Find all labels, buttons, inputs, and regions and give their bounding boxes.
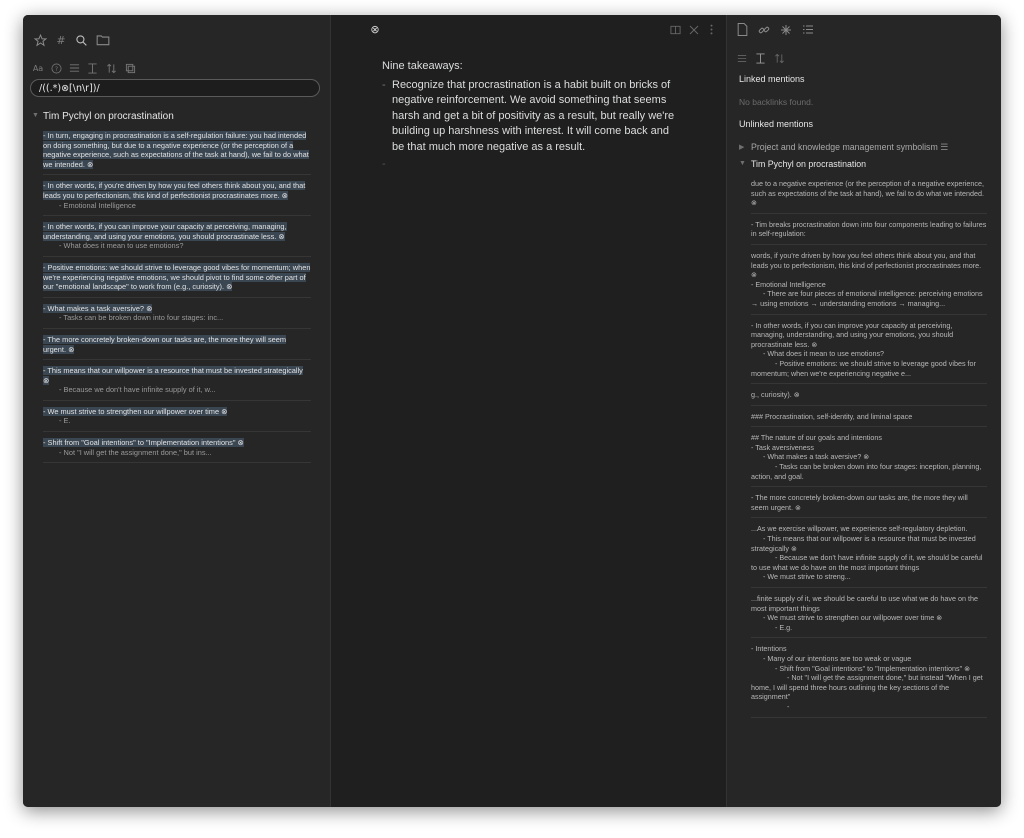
sort-icon[interactable] <box>105 62 117 74</box>
search-result-item[interactable]: - The more concretely broken-down our ta… <box>43 333 311 361</box>
unlinked-mention-block[interactable]: - In other words, if you can improve you… <box>751 318 987 385</box>
list-icon[interactable] <box>68 62 80 74</box>
match-case-icon[interactable]: Aa <box>31 63 45 73</box>
match-highlight: - In other words, if you're driven by ho… <box>43 181 306 200</box>
folder-icon[interactable] <box>95 33 111 47</box>
close-pane-icon[interactable] <box>688 24 700 35</box>
search-result-item[interactable]: - We must strive to strengthen our willp… <box>43 405 311 433</box>
unlinked-mention-block[interactable]: ### Procrastination, self-identity, and … <box>751 409 987 428</box>
unlinked-mention-block[interactable]: ## The nature of our goals and intention… <box>751 430 987 488</box>
unlinked-mentions-list: due to a negative experience (or the per… <box>751 176 987 721</box>
search-results-list: - In turn, engaging in procrastination i… <box>43 129 311 467</box>
result-context: - Because we don't have infinite supply … <box>59 385 216 395</box>
match-highlight: - The more concretely broken-down our ta… <box>43 334 287 354</box>
collapse-caret-icon[interactable]: ▼ <box>739 160 746 167</box>
search-result-file-title[interactable]: Tim Pychyl on procrastination <box>43 111 174 122</box>
search-result-item[interactable]: - Shift from "Goal intentions" to "Imple… <box>43 436 311 464</box>
unlinked-mentions-heading[interactable]: Unlinked mentions <box>739 119 813 129</box>
match-highlight: - This means that our willpower is a res… <box>43 366 303 385</box>
help-icon[interactable]: ? <box>50 62 62 74</box>
list-icon: ☰ <box>940 142 949 152</box>
tag-hash-icon[interactable]: # <box>54 33 68 47</box>
mention-group-pychyl[interactable]: Tim Pychyl on procrastination <box>751 159 866 169</box>
unlinked-mention-block[interactable]: words, if you're driven by how you feel … <box>751 248 987 315</box>
linked-mentions-heading[interactable]: Linked mentions <box>739 74 805 84</box>
match-highlight: - We must strive to strengthen our willp… <box>43 406 228 416</box>
note-list-item: - Recognize that procrastination is a ha… <box>382 78 682 156</box>
reading-view-icon[interactable] <box>669 24 681 35</box>
no-backlinks-text: No backlinks found. <box>739 97 814 107</box>
svg-text:?: ? <box>54 65 57 72</box>
search-result-item[interactable]: - Positive emotions: we should strive to… <box>43 261 311 298</box>
note-content[interactable]: Nine takeaways: - Recognize that procras… <box>382 59 682 173</box>
result-context: - Not "I will get the assignment done," … <box>59 447 212 457</box>
unlinked-mention-block[interactable]: g., curiosity). ⊗ <box>751 387 987 406</box>
search-result-item[interactable]: - In other words, if you can improve you… <box>43 220 311 257</box>
close-tab-icon[interactable]: ⊗ <box>369 23 381 36</box>
collapse-icon[interactable] <box>754 52 766 64</box>
search-result-item[interactable]: - In turn, engaging in procrastination i… <box>43 129 311 176</box>
search-result-item[interactable]: - In other words, if you're driven by ho… <box>43 179 311 217</box>
sort-icon[interactable] <box>773 52 785 64</box>
empty-bullet: - <box>382 158 386 170</box>
copy-results-icon[interactable] <box>124 62 136 74</box>
app-window: # Aa ? /((.*)⊗[\n\r])/ ▼ Tim Pychyl on p… <box>23 15 1001 807</box>
more-options-icon[interactable] <box>708 24 714 35</box>
match-highlight: - Shift from "Goal intentions" to "Imple… <box>43 438 244 448</box>
outgoing-links-icon[interactable] <box>779 23 792 36</box>
unlinked-mention-block[interactable]: due to a negative experience (or the per… <box>751 176 987 214</box>
match-highlight: - Positive emotions: we should strive to… <box>43 262 311 292</box>
search-result-item[interactable]: - What makes a task aversive? ⊗ - Tasks c… <box>43 302 311 329</box>
unlinked-mention-block[interactable]: ...finite supply of it, we should be car… <box>751 591 987 639</box>
match-highlight: - What makes a task aversive? ⊗ <box>43 303 153 313</box>
result-context: - E. <box>59 416 71 426</box>
unlinked-mention-block[interactable]: ...As we exercise willpower, we experien… <box>751 521 987 588</box>
left-sidebar: # Aa ? /((.*)⊗[\n\r])/ ▼ Tim Pychyl on p… <box>23 15 331 807</box>
list-icon[interactable] <box>736 53 748 63</box>
mention-group-title: Project and knowledge management symboli… <box>751 142 938 152</box>
unlinked-mention-block[interactable]: - Tim breaks procrastination down into f… <box>751 217 987 245</box>
unlinked-mention-block[interactable]: - Intentions - Many of our intentions ar… <box>751 641 987 718</box>
expand-caret-icon[interactable]: ▶ <box>739 143 744 151</box>
editor-pane: ⊗ Nine takeaways: - Recognize that procr… <box>331 15 727 807</box>
bullet-marker: - <box>382 78 386 91</box>
note-paragraph: Recognize that procrastination is a habi… <box>392 78 675 153</box>
result-context: - What does it mean to use emotions? <box>59 241 184 251</box>
result-context: - Emotional Intelligence <box>59 200 136 210</box>
note-heading: Nine takeaways: <box>382 60 463 72</box>
collapse-icon[interactable] <box>86 62 98 74</box>
unlinked-mention-block[interactable]: - The more concretely broken-down our ta… <box>751 490 987 519</box>
search-result-item[interactable]: - This means that our willpower is a res… <box>43 364 311 401</box>
collapse-caret-icon[interactable]: ▼ <box>32 112 39 119</box>
search-icon[interactable] <box>74 33 88 47</box>
link-icon[interactable] <box>757 23 770 36</box>
result-context: - Tasks can be broken down into four sta… <box>59 313 224 323</box>
star-icon[interactable] <box>33 33 47 47</box>
backlinks-pane: Linked mentions No backlinks found. Unli… <box>727 15 1001 807</box>
outline-icon[interactable] <box>801 23 814 36</box>
match-highlight: - In turn, engaging in procrastination i… <box>43 131 309 169</box>
match-highlight: - In other words, if you can improve you… <box>43 222 287 241</box>
search-input[interactable]: /((.*)⊗[\n\r])/ <box>30 79 320 97</box>
mention-group-symbolism[interactable]: Project and knowledge management symboli… <box>751 142 948 153</box>
file-icon[interactable] <box>736 23 748 36</box>
